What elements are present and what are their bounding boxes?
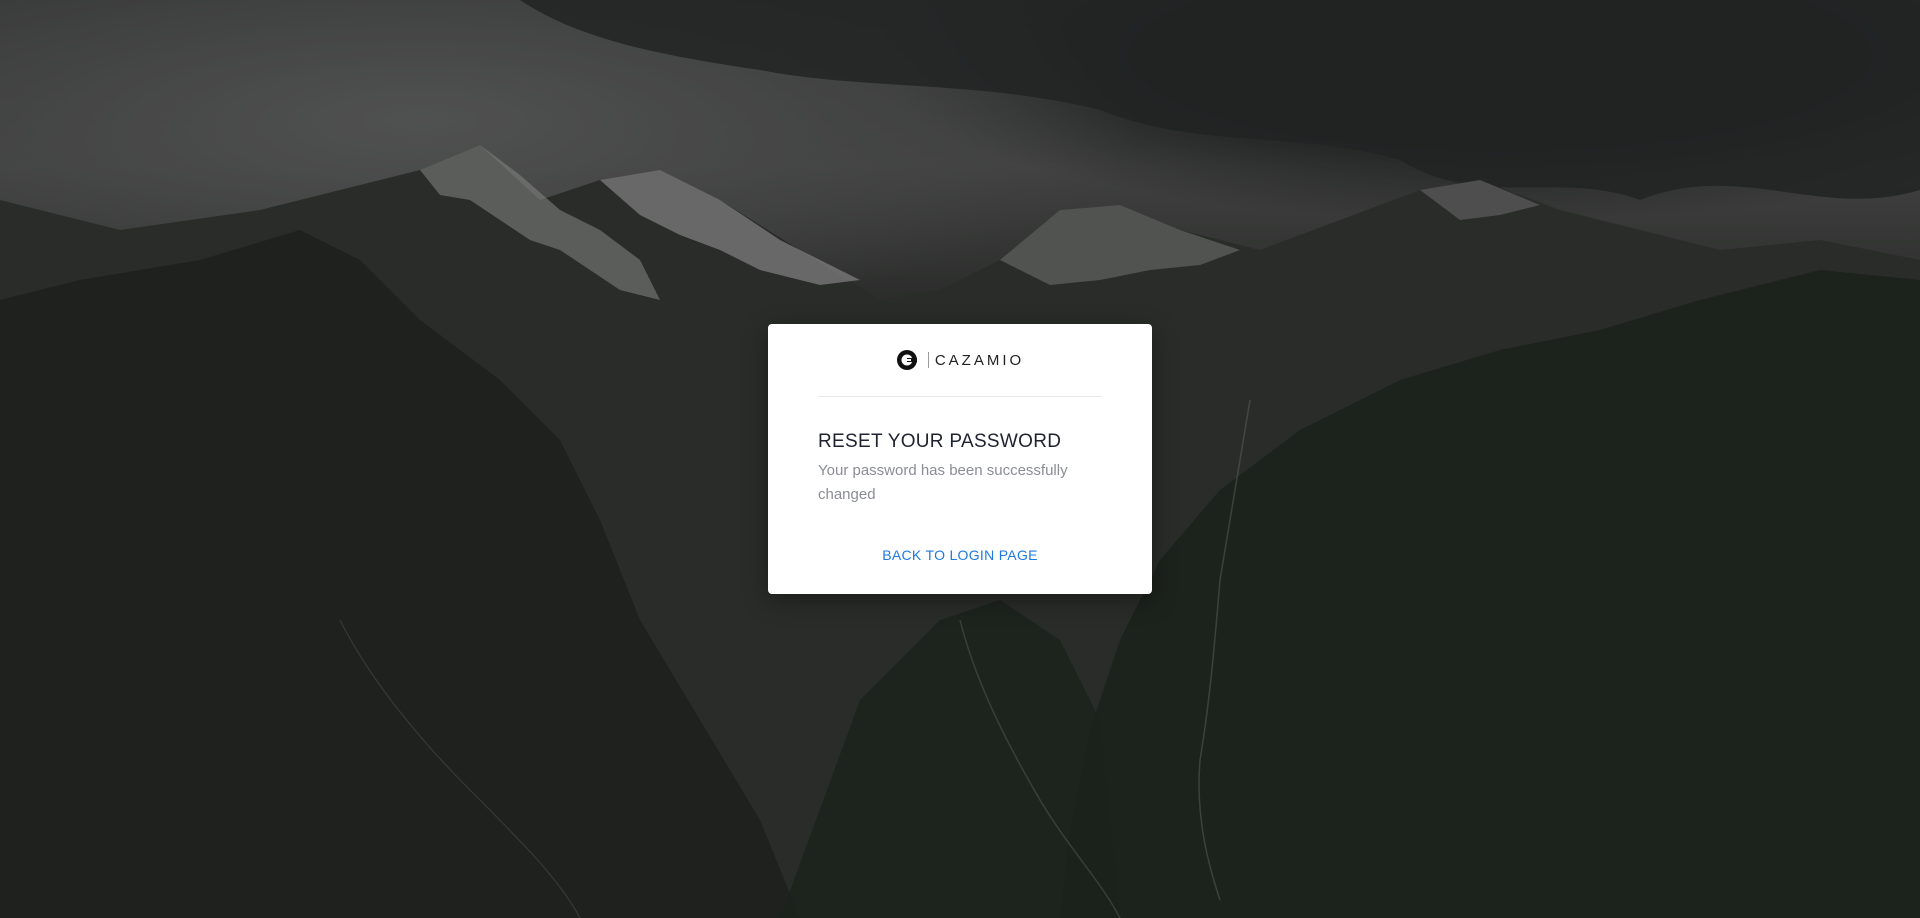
reset-password-card: CAZAMIO RESET YOUR PASSWORD Your passwor… [768,324,1152,594]
cazamio-logo-icon [896,349,918,371]
page-title: RESET YOUR PASSWORD [818,431,1062,452]
back-to-login-link[interactable]: BACK TO LOGIN PAGE [818,547,1102,563]
success-message: Your password has been successfully chan… [818,462,1068,503]
brand-divider [927,352,929,368]
brand-header: CAZAMIO [818,324,1102,397]
brand-name: CAZAMIO [934,351,1025,369]
